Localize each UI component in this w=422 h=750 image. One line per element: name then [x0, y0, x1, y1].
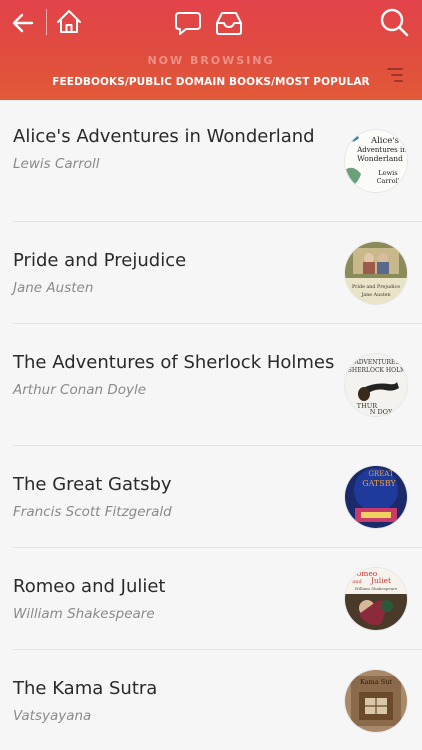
- book-row[interactable]: The Adventures of Sherlock Holmes Arthur…: [0, 324, 422, 446]
- comments-button[interactable]: [173, 8, 203, 38]
- book-list: Alice's Adventures in Wonderland Lewis C…: [0, 100, 422, 750]
- book-cover-text: and: [352, 579, 362, 585]
- book-author: Lewis Carroll: [13, 156, 100, 172]
- menu-button[interactable]: [384, 64, 406, 86]
- home-button[interactable]: [54, 7, 84, 37]
- book-cover: Kama Sut: [345, 670, 407, 732]
- book-row[interactable]: The Great Gatsby Francis Scott Fitzgeral…: [0, 446, 422, 548]
- book-author: Jane Austen: [13, 280, 94, 296]
- home-icon: [57, 10, 81, 33]
- menu-lines-icon: [387, 68, 403, 82]
- app-header: NOW BROWSING FEEDBOOKS/PUBLIC DOMAIN BOO…: [0, 0, 422, 100]
- book-author: Vatsyayana: [13, 708, 92, 724]
- book-row[interactable]: Pride and Prejudice Jane Austen Pride an…: [0, 222, 422, 324]
- book-title: The Kama Sutra: [13, 678, 158, 699]
- now-browsing-label: NOW BROWSING: [147, 54, 275, 67]
- book-title: The Great Gatsby: [13, 474, 172, 495]
- search-icon: [380, 8, 409, 37]
- book-author: Arthur Conan Doyle: [13, 382, 147, 398]
- inbox-button[interactable]: [214, 8, 244, 38]
- back-button[interactable]: [8, 8, 38, 38]
- book-author: Francis Scott Fitzgerald: [13, 504, 172, 520]
- book-cover: omeo and Juliet William Shakespeare: [345, 568, 407, 630]
- breadcrumb[interactable]: FEEDBOOKS/PUBLIC DOMAIN BOOKS/MOST POPUL…: [0, 76, 422, 88]
- book-cover: Pride and Prejudice Jane Austen: [345, 242, 407, 304]
- book-cover-text: SHERLOCK HOLM: [348, 367, 406, 374]
- book-cover-text: Alice's: [370, 136, 399, 146]
- book-cover-text: Carrol': [377, 177, 400, 185]
- book-cover-text: Lewis: [378, 169, 397, 177]
- book-row[interactable]: The Kama Sutra Vatsyayana Kama Sut: [0, 650, 422, 750]
- book-row[interactable]: Alice's Adventures in Wonderland Lewis C…: [0, 100, 422, 222]
- book-title: Alice's Adventures in Wonderland: [13, 126, 315, 147]
- book-title: The Adventures of Sherlock Holmes: [13, 352, 335, 373]
- book-cover-text: Kama Sut: [360, 678, 392, 686]
- chat-bubble-icon: [175, 12, 201, 35]
- book-cover-text: Wonderland: [357, 154, 403, 163]
- book-cover-text: Juliet: [370, 576, 391, 585]
- book-cover-text: ADVENTURES: [353, 359, 399, 366]
- book-cover-text: N DOY: [370, 408, 393, 416]
- search-button[interactable]: [378, 6, 410, 38]
- book-cover: Alice's Adventures in Wonderland Lewis C…: [345, 130, 407, 192]
- book-cover-text: GREAT: [368, 470, 394, 478]
- book-cover-text: Jane Austen: [360, 292, 390, 298]
- book-author: William Shakespeare: [13, 606, 155, 622]
- book-title: Pride and Prejudice: [13, 250, 187, 271]
- book-cover-text: William Shakespeare: [355, 586, 398, 591]
- book-title: Romeo and Juliet: [13, 576, 166, 597]
- inbox-tray-icon: [216, 12, 242, 35]
- header-divider: [46, 9, 47, 35]
- book-cover: GREAT GATSBY: [345, 466, 407, 528]
- book-row[interactable]: Romeo and Juliet William Shakespeare ome…: [0, 548, 422, 650]
- book-cover-text: Adventures in: [356, 146, 407, 154]
- book-cover: ADVENTURES SHERLOCK HOLM THUR N DOY: [345, 354, 407, 416]
- book-cover-text: GATSBY: [362, 479, 396, 488]
- back-arrow-icon: [12, 13, 34, 33]
- book-cover-text: Pride and Prejudice: [352, 284, 400, 290]
